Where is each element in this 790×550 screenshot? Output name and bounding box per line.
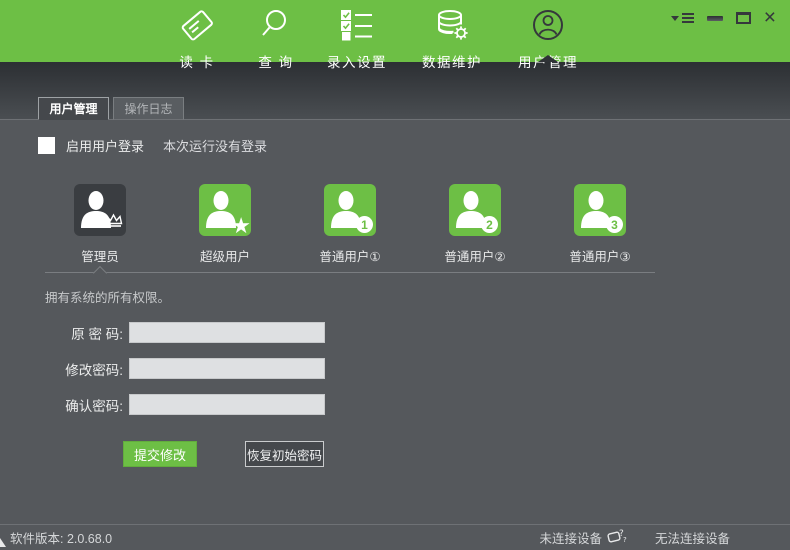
database-gear-icon bbox=[434, 7, 470, 48]
user-tile-normal-2[interactable]: 2 bbox=[449, 184, 501, 236]
user-tile-label-normal-3[interactable]: 普通用户③ bbox=[540, 246, 660, 265]
menu-button[interactable] bbox=[671, 9, 694, 27]
user-tile-normal-3[interactable]: 3 bbox=[574, 184, 626, 236]
maximize-button[interactable] bbox=[736, 9, 751, 27]
minimize-icon bbox=[707, 16, 723, 21]
confirm-password-row: 确认密码: bbox=[38, 394, 325, 415]
user-tile-label-super[interactable]: 超级用户 bbox=[165, 246, 285, 265]
svg-text:?: ? bbox=[623, 536, 627, 544]
software-version-text: 软件版本: 2.0.68.0 bbox=[10, 528, 112, 547]
resize-grip bbox=[0, 538, 6, 547]
nav-label: 查 询 bbox=[258, 51, 293, 71]
maximize-icon bbox=[736, 12, 751, 24]
user-tile-admin[interactable] bbox=[74, 184, 126, 236]
device-disconnected-icon: ? ? bbox=[607, 528, 629, 547]
old-password-field[interactable] bbox=[129, 322, 325, 343]
tab-user-management[interactable]: 用户管理 bbox=[38, 97, 109, 120]
star-icon: ★ bbox=[231, 215, 251, 237]
chevron-down-icon bbox=[671, 16, 679, 21]
status-bar: 软件版本: 2.0.68.0 未连接设备 ? ? 无法连接设备 bbox=[0, 524, 790, 550]
user-tile-label-normal-2[interactable]: 普通用户② bbox=[415, 246, 535, 265]
search-icon bbox=[258, 7, 294, 48]
confirm-password-label: 确认密码: bbox=[38, 395, 123, 415]
login-status-text: 本次运行没有登录 bbox=[163, 136, 267, 155]
login-enable-row: 启用用户登录 本次运行没有登录 bbox=[38, 136, 267, 155]
new-password-row: 修改密码: bbox=[38, 358, 325, 379]
submit-changes-button[interactable]: 提交修改 bbox=[123, 441, 197, 467]
section-divider bbox=[45, 272, 655, 273]
device-status-text: 未连接设备 bbox=[539, 528, 602, 547]
minimize-button[interactable] bbox=[707, 9, 723, 27]
close-icon: × bbox=[764, 10, 776, 26]
user-tile-label-admin[interactable]: 管理员 bbox=[40, 246, 160, 265]
app-header: 读 卡 查 询 bbox=[0, 0, 790, 62]
card-icon bbox=[179, 7, 215, 48]
nav-item-data-maintenance[interactable]: 数据维护 bbox=[397, 7, 507, 71]
crown-icon bbox=[103, 213, 124, 233]
tab-operation-log[interactable]: 操作日志 bbox=[113, 97, 184, 120]
device-status-group: 未连接设备 ? ? 无法连接设备 bbox=[539, 528, 730, 547]
close-button[interactable]: × bbox=[764, 9, 776, 27]
permission-description: 拥有系统的所有权限。 bbox=[45, 287, 170, 306]
confirm-password-field[interactable] bbox=[129, 394, 325, 415]
user-tile-normal-1[interactable]: 1 bbox=[324, 184, 376, 236]
new-password-field[interactable] bbox=[129, 358, 325, 379]
restore-initial-password-button[interactable]: 恢复初始密码 bbox=[245, 441, 324, 467]
tab-bar: 用户管理 操作日志 bbox=[38, 97, 184, 120]
window-controls: × bbox=[671, 9, 776, 27]
nav-label: 录入设置 bbox=[327, 51, 387, 71]
nav-label: 读 卡 bbox=[179, 51, 214, 71]
badge-number-2: 2 bbox=[481, 216, 498, 233]
old-password-row: 原 密 码: bbox=[38, 322, 325, 343]
user-tile-label-normal-1[interactable]: 普通用户① bbox=[290, 246, 410, 265]
selected-user-pointer bbox=[93, 265, 107, 279]
user-circle-icon bbox=[530, 7, 566, 48]
enable-login-label[interactable]: 启用用户登录 bbox=[66, 136, 144, 155]
connection-status-text: 无法连接设备 bbox=[655, 528, 730, 547]
old-password-label: 原 密 码: bbox=[38, 323, 123, 343]
user-tile-super[interactable]: ★ bbox=[199, 184, 251, 236]
hamburger-icon bbox=[682, 13, 694, 23]
enable-login-checkbox[interactable] bbox=[38, 137, 55, 154]
badge-number-1: 1 bbox=[356, 216, 373, 233]
checklist-icon bbox=[339, 7, 375, 48]
new-password-label: 修改密码: bbox=[38, 359, 123, 379]
nav-label: 数据维护 bbox=[422, 51, 482, 71]
active-nav-pointer bbox=[538, 55, 558, 62]
nav-item-entry-settings[interactable]: 录入设置 bbox=[302, 7, 412, 71]
badge-number-3: 3 bbox=[606, 216, 623, 233]
